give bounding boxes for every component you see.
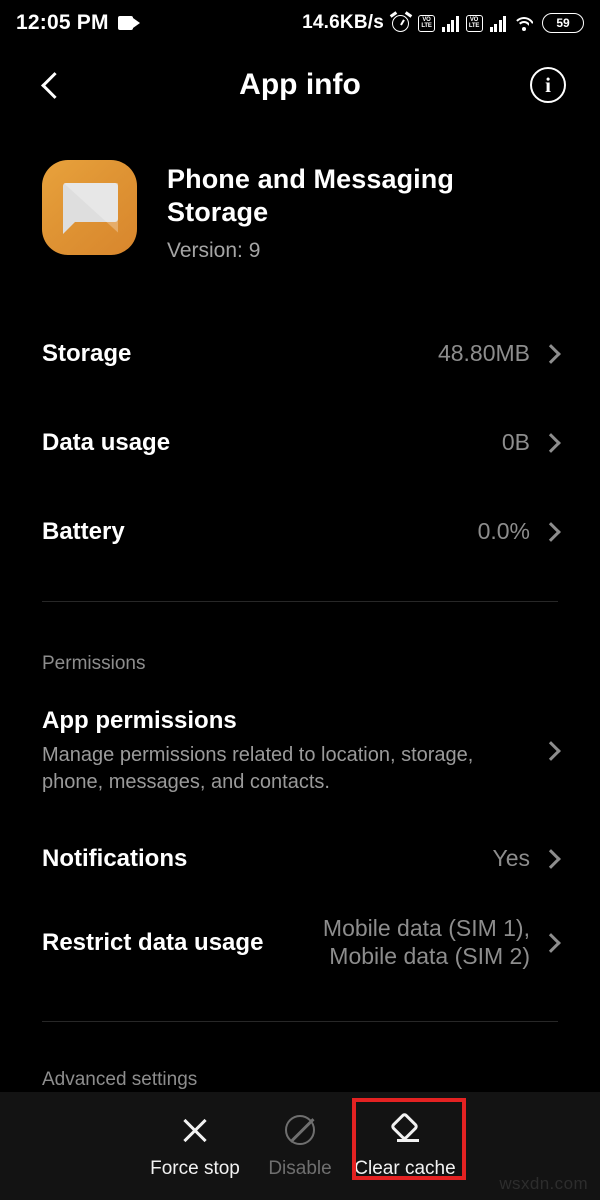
chevron-right-icon <box>541 849 561 869</box>
row-notifications-label: Notifications <box>42 845 188 872</box>
disable-button: Disable <box>248 1113 353 1180</box>
status-time: 12:05 PM <box>16 11 109 34</box>
volte-sim1-icon: VO LTE <box>418 14 435 32</box>
battery-level: 59 <box>556 16 570 30</box>
row-battery-label: Battery <box>42 518 125 545</box>
status-bar-left: 12:05 PM <box>16 11 140 35</box>
force-stop-label: Force stop <box>150 1157 240 1179</box>
message-bubble-icon <box>63 183 118 234</box>
app-icon <box>42 160 137 255</box>
row-storage-label: Storage <box>42 340 132 367</box>
volte-sim1-lte: LTE <box>421 23 432 29</box>
volte-sim2-lte: LTE <box>468 23 480 29</box>
info-icon[interactable]: i <box>530 67 566 103</box>
row-storage[interactable]: Storage 48.80MB <box>42 330 561 378</box>
close-x-icon <box>178 1113 212 1147</box>
row-app-permissions-subtitle: Manage permissions related to location, … <box>42 744 474 793</box>
divider-top <box>42 601 558 602</box>
battery-indicator: 59 <box>542 13 584 33</box>
divider-bottom <box>42 1021 558 1022</box>
video-camera-icon <box>117 16 140 30</box>
network-speed: 14.6KB/s <box>302 12 384 33</box>
wifi-icon <box>513 15 535 32</box>
page-title: App info <box>239 68 361 101</box>
row-restrict-data-usage-value: Mobile data (SIM 1), Mobile data (SIM 2) <box>322 915 530 969</box>
chevron-right-icon <box>541 741 561 761</box>
chevron-right-icon <box>541 522 561 542</box>
signal-bars-sim1-icon <box>442 15 459 32</box>
app-name: Phone and Messaging Storage <box>167 164 454 227</box>
chevron-right-icon <box>541 933 561 953</box>
app-info-screen: 12:05 PM 14.6KB/s VO LTE VO LTE 59 App i… <box>0 0 600 1200</box>
back-chevron-icon[interactable] <box>34 68 68 102</box>
chevron-right-icon <box>541 344 561 364</box>
row-data-usage[interactable]: Data usage 0B <box>42 419 561 467</box>
app-identity: Phone and Messaging Storage Version: 9 <box>167 160 558 263</box>
row-restrict-data-usage[interactable]: Restrict data usage Mobile data (SIM 1),… <box>42 912 561 974</box>
status-bar-right: 14.6KB/s VO LTE VO LTE 59 <box>302 11 584 34</box>
app-header: Phone and Messaging Storage Version: 9 <box>42 160 558 263</box>
eraser-icon <box>388 1111 422 1147</box>
app-version: Version: 9 <box>167 238 261 262</box>
row-battery-value: 0.0% <box>477 518 530 545</box>
permissions-section-label: Permissions <box>42 653 146 674</box>
row-restrict-data-usage-label: Restrict data usage <box>42 929 264 956</box>
force-stop-button[interactable]: Force stop <box>143 1113 248 1180</box>
status-bar: 12:05 PM 14.6KB/s VO LTE VO LTE 59 <box>0 0 600 46</box>
row-data-usage-label: Data usage <box>42 429 171 456</box>
clear-cache-button[interactable]: Clear cache <box>353 1111 458 1180</box>
row-app-permissions-title: App permissions <box>42 707 237 735</box>
clear-cache-label: Clear cache <box>354 1157 456 1179</box>
row-app-permissions[interactable]: App permissions Manage permissions relat… <box>42 705 561 797</box>
row-notifications-value: Yes <box>492 845 530 872</box>
row-data-usage-value: 0B <box>501 429 530 456</box>
alarm-clock-icon <box>389 11 413 33</box>
disable-label: Disable <box>268 1157 332 1179</box>
chevron-right-icon <box>541 433 561 453</box>
info-icon-glyph: i <box>545 72 551 97</box>
watermark: wsxdn.com <box>499 1174 588 1193</box>
title-bar: App info i <box>0 52 600 118</box>
signal-bars-sim2-icon <box>489 15 506 32</box>
ban-circle-icon <box>283 1113 317 1147</box>
advanced-section-label: Advanced settings <box>42 1069 198 1090</box>
row-storage-value: 48.80MB <box>437 340 530 367</box>
row-notifications[interactable]: Notifications Yes <box>42 835 561 883</box>
row-battery[interactable]: Battery 0.0% <box>42 508 561 556</box>
volte-sim2-icon: VO LTE <box>465 14 483 32</box>
